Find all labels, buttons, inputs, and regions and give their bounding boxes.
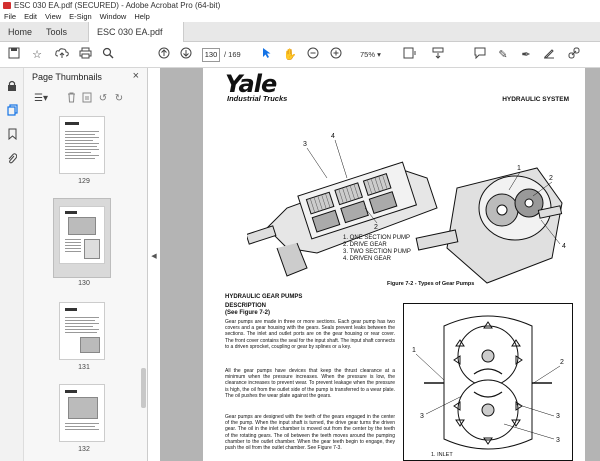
document-viewport: Yale Industrial Trucks HYDRAULIC SYSTEM xyxy=(160,68,600,461)
zoom-level-value: 75% xyxy=(360,50,376,59)
rotate-clockwise-icon[interactable]: ↻ xyxy=(112,92,126,106)
figure-legend: 1. ONE SECTION PUMP 2. DRIVE GEAR 3. TWO… xyxy=(343,235,411,263)
menu-bar: File Edit View E-Sign Window Help xyxy=(0,11,600,22)
page-number-input[interactable]: 130 xyxy=(202,48,220,62)
select-cursor-icon[interactable] xyxy=(260,47,274,63)
bookmark-star-icon[interactable]: ☆ xyxy=(29,47,45,63)
attachment-paperclip-icon[interactable] xyxy=(5,152,19,166)
callout-number: 1 xyxy=(412,347,416,354)
zoom-out-icon[interactable] xyxy=(305,47,321,63)
main-toolbar: ☆ 130 / 169 ✋ 75% ▾ ✎ ✒ xyxy=(0,42,600,68)
callout-number: 3 xyxy=(420,413,424,420)
figure-legend-item: 2. DRIVE GEAR xyxy=(343,242,387,248)
body-paragraph: Gear pumps are made in three or more sec… xyxy=(225,319,395,350)
tab-bar: Home Tools ESC 030 EA.pdf (SE...× xyxy=(0,22,600,57)
menu-esign[interactable]: E-Sign xyxy=(69,12,92,21)
gear-pump-cross-section-figure: 1 2 3 3 3 xyxy=(403,303,573,461)
callout-number: 4 xyxy=(562,243,566,250)
collapse-panel-arrow-icon[interactable]: ◀ xyxy=(148,248,160,266)
menu-file[interactable]: File xyxy=(4,12,16,21)
subheading: DESCRIPTION (See Figure 7-2) xyxy=(225,303,270,316)
next-page-icon[interactable] xyxy=(178,47,194,63)
page-fit-icon[interactable] xyxy=(400,47,420,63)
search-icon[interactable] xyxy=(100,47,116,63)
figure-legend-item: 1. ONE SECTION PUMP xyxy=(343,235,411,241)
pdf-page: Yale Industrial Trucks HYDRAULIC SYSTEM xyxy=(203,68,585,461)
callout-number: 2 xyxy=(549,175,553,182)
delete-page-icon[interactable] xyxy=(64,92,78,106)
thumbnail-page-132[interactable] xyxy=(59,384,105,442)
fill-sign-icon[interactable] xyxy=(541,47,557,63)
callout-number: 4 xyxy=(331,133,335,140)
thumbnail-options-icon[interactable]: ☰▾ xyxy=(30,92,52,106)
tab-tools[interactable]: Tools xyxy=(38,22,75,42)
highlight-pen-icon[interactable]: ✎ xyxy=(495,47,511,63)
thumbnail-page-131[interactable] xyxy=(59,302,105,360)
menu-edit[interactable]: Edit xyxy=(24,12,37,21)
thumbnail-label: 131 xyxy=(78,364,90,371)
callout-number: 3 xyxy=(556,437,560,444)
window-title: ESC 030 EA.pdf (SECURED) - Adobe Acrobat… xyxy=(14,1,221,10)
thumbnail-scrollbar[interactable] xyxy=(141,368,146,408)
save-icon[interactable] xyxy=(6,47,22,63)
thumbnail-toolbar: ☰▾ ↺ ↻ xyxy=(30,92,142,108)
section-header: HYDRAULIC SYSTEM xyxy=(502,96,569,103)
left-navigation-rail xyxy=(0,68,24,461)
callout-number: 2 xyxy=(560,359,564,366)
share-link-icon[interactable] xyxy=(566,47,582,63)
menu-window[interactable]: Window xyxy=(100,12,127,21)
comment-icon[interactable] xyxy=(472,47,488,63)
menu-view[interactable]: View xyxy=(45,12,61,21)
tab-home[interactable]: Home xyxy=(0,22,40,42)
yale-logo-subtitle: Industrial Trucks xyxy=(227,94,288,103)
callout-number: 3 xyxy=(556,413,560,420)
callout-number: 1 xyxy=(517,165,521,172)
gear-pump-diagram: 1 2 3 3 3 xyxy=(412,315,564,450)
thumbnail-list: 129 130 131 132 xyxy=(24,112,148,461)
zoom-level-dropdown[interactable]: 75% ▾ xyxy=(360,48,390,62)
figure-legend-item: 3. TWO SECTION PUMP xyxy=(343,249,411,255)
menu-help[interactable]: Help xyxy=(134,12,149,21)
figure-caption: Figure 7-2 - Types of Gear Pumps xyxy=(387,281,475,287)
page-thumbnails-panel: Page Thumbnails × ☰▾ ↺ ↻ 129 130 131 132 xyxy=(24,68,148,461)
figure-legend-item: 4. DRIVEN GEAR xyxy=(343,256,392,262)
thumbnail-page-129[interactable] xyxy=(59,116,105,174)
page-thumbnails-icon[interactable] xyxy=(5,104,19,118)
subheading-title: DESCRIPTION xyxy=(225,303,267,309)
panel-close-icon[interactable]: × xyxy=(133,70,139,82)
previous-page-icon[interactable] xyxy=(156,47,172,63)
subheading-reference: (See Figure 7-2) xyxy=(225,309,271,316)
panel-title: Page Thumbnails xyxy=(32,72,102,82)
thumbnail-label: 132 xyxy=(78,446,90,453)
page-total: / 169 xyxy=(224,50,241,59)
thumbnail-label: 129 xyxy=(78,178,90,185)
body-paragraph: All the gear pumps have devices that kee… xyxy=(225,368,395,399)
title-bar: ESC 030 EA.pdf (SECURED) - Adobe Acrobat… xyxy=(0,0,600,11)
print-icon[interactable] xyxy=(77,47,93,63)
chevron-down-icon: ▾ xyxy=(377,50,381,59)
section-heading: HYDRAULIC GEAR PUMPS xyxy=(225,294,303,300)
acrobat-app-icon xyxy=(3,2,11,9)
thumbnail-page-130[interactable] xyxy=(59,206,105,264)
zoom-in-icon[interactable] xyxy=(328,47,344,63)
upload-cloud-icon[interactable] xyxy=(54,47,70,63)
bookmark-icon[interactable] xyxy=(5,128,19,142)
body-paragraph: Gear pumps are designed with the teeth o… xyxy=(225,414,395,452)
tab-document[interactable]: ESC 030 EA.pdf (SE...× xyxy=(88,22,184,57)
hand-tool-icon[interactable]: ✋ xyxy=(282,47,298,63)
thumbnail-label: 130 xyxy=(78,280,90,287)
rotate-counterclockwise-icon[interactable]: ↺ xyxy=(96,92,110,106)
callout-number: 3 xyxy=(303,141,307,148)
sign-icon[interactable]: ✒ xyxy=(518,47,534,63)
lock-icon[interactable] xyxy=(5,80,19,94)
extract-page-icon[interactable] xyxy=(80,92,94,106)
gear-figure-legend: 1. INLET xyxy=(431,452,453,458)
callout-number: 2 xyxy=(374,224,378,231)
scroll-mode-icon[interactable] xyxy=(430,47,446,63)
